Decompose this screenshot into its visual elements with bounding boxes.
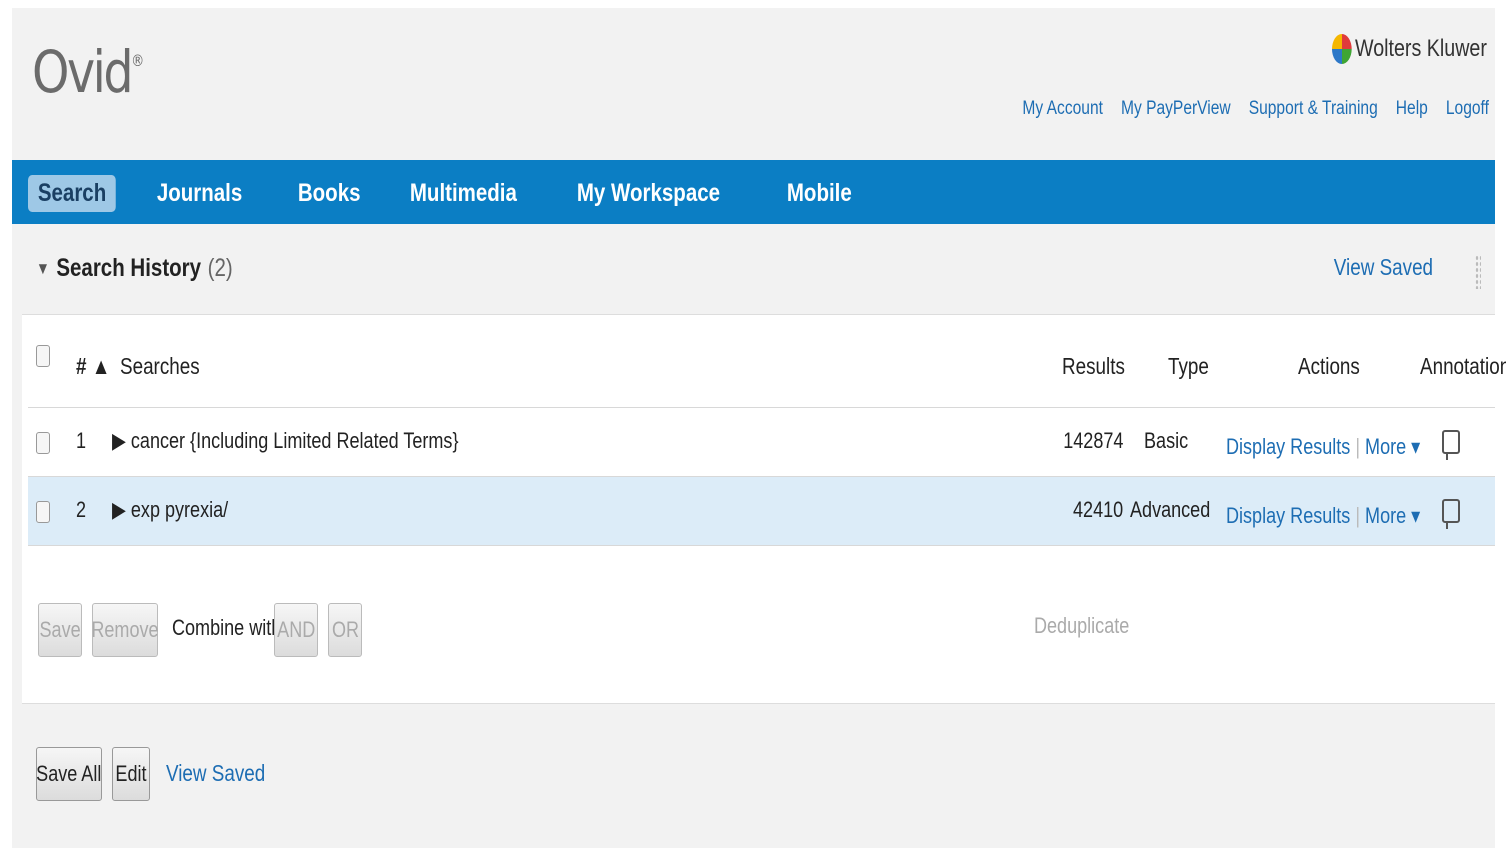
remove-button[interactable]: Remove: [91, 603, 159, 657]
search-history-count: (2): [207, 254, 233, 282]
annotation-icon[interactable]: [1442, 430, 1460, 460]
row-checkbox[interactable]: [36, 432, 50, 454]
more-dropdown[interactable]: More ▾: [1365, 434, 1420, 459]
help-link[interactable]: Help: [1396, 98, 1428, 120]
top-links: My Account My PayPerView Support & Train…: [1022, 98, 1489, 120]
row-type: Basic: [1144, 428, 1189, 453]
row-number: 1: [76, 428, 87, 453]
col-actions-header: Actions: [1298, 353, 1360, 379]
search-history-title: Search History: [56, 254, 202, 282]
col-results-header: Results: [1062, 353, 1125, 379]
search-history-toggle[interactable]: ▼ Search History (2): [36, 254, 233, 283]
table-row: 1 ▶ cancer {Including Limited Related Te…: [28, 408, 1495, 477]
combine-with-label: Combine with:: [172, 615, 287, 640]
tab-multimedia[interactable]: Multimedia: [400, 175, 527, 212]
row-type: Advanced: [1130, 497, 1211, 522]
row-search-query[interactable]: ▶ exp pyrexia/: [112, 497, 228, 523]
row-results: 42410: [1072, 497, 1123, 522]
select-all-checkbox[interactable]: [36, 345, 50, 367]
col-num-header[interactable]: # ▲: [76, 353, 110, 380]
view-saved-link-top[interactable]: View Saved: [1334, 254, 1433, 281]
collapse-triangle-icon: ▼: [36, 258, 50, 278]
row-checkbox[interactable]: [36, 501, 50, 523]
display-results-link[interactable]: Display Results: [1226, 434, 1350, 459]
col-type-header: Type: [1168, 353, 1209, 379]
tab-books[interactable]: Books: [288, 175, 370, 212]
more-dropdown[interactable]: More ▾: [1365, 503, 1420, 528]
save-all-button[interactable]: Save All: [36, 747, 102, 801]
row-actions: Display Results | More ▾: [1226, 503, 1421, 528]
tab-journals[interactable]: Journals: [147, 175, 252, 212]
deduplicate-link[interactable]: Deduplicate: [1034, 613, 1129, 639]
search-history-table: # ▲ Searches Results Type Actions Annota…: [22, 314, 1506, 704]
page-frame: Ovid® Wolters Kluwer My Account My PayPe…: [12, 8, 1506, 848]
tab-mobile[interactable]: Mobile: [777, 175, 862, 212]
or-button[interactable]: OR: [328, 603, 362, 657]
row-results: 142874: [1062, 428, 1123, 453]
and-button[interactable]: AND: [274, 603, 318, 657]
view-saved-link-bottom[interactable]: View Saved: [166, 760, 265, 787]
annotation-icon[interactable]: [1442, 499, 1460, 529]
table-row: 2 ▶ exp pyrexia/ 42410 Advanced Display …: [28, 477, 1495, 546]
row-actions: Display Results | More ▾: [1226, 434, 1421, 459]
expand-triangle-icon[interactable]: ▶: [112, 428, 126, 453]
drag-handle-icon[interactable]: [1475, 255, 1481, 289]
tab-search[interactable]: Search: [28, 175, 117, 212]
ovid-logo[interactable]: Ovid®: [32, 38, 144, 106]
save-button[interactable]: Save: [38, 603, 82, 657]
display-results-link[interactable]: Display Results: [1226, 503, 1350, 528]
my-payperview-link[interactable]: My PayPerView: [1121, 98, 1231, 120]
row-number: 2: [76, 497, 87, 522]
row-search-query[interactable]: ▶ cancer {Including Limited Related Term…: [112, 428, 458, 454]
col-annotations-header: Annotations: [1420, 353, 1506, 379]
col-searches-header: Searches: [120, 353, 200, 379]
my-account-link[interactable]: My Account: [1022, 98, 1103, 120]
sort-asc-icon: ▲: [91, 353, 111, 379]
tab-my-workspace[interactable]: My Workspace: [567, 175, 730, 212]
main-nav: Search Journals Books Multimedia My Work…: [12, 160, 1495, 224]
expand-triangle-icon[interactable]: ▶: [112, 497, 126, 522]
logoff-link[interactable]: Logoff: [1446, 98, 1489, 120]
wolters-kluwer-logo: Wolters Kluwer: [1332, 34, 1487, 64]
edit-button[interactable]: Edit: [112, 747, 150, 801]
globe-icon: [1332, 34, 1352, 64]
support-training-link[interactable]: Support & Training: [1249, 98, 1378, 120]
